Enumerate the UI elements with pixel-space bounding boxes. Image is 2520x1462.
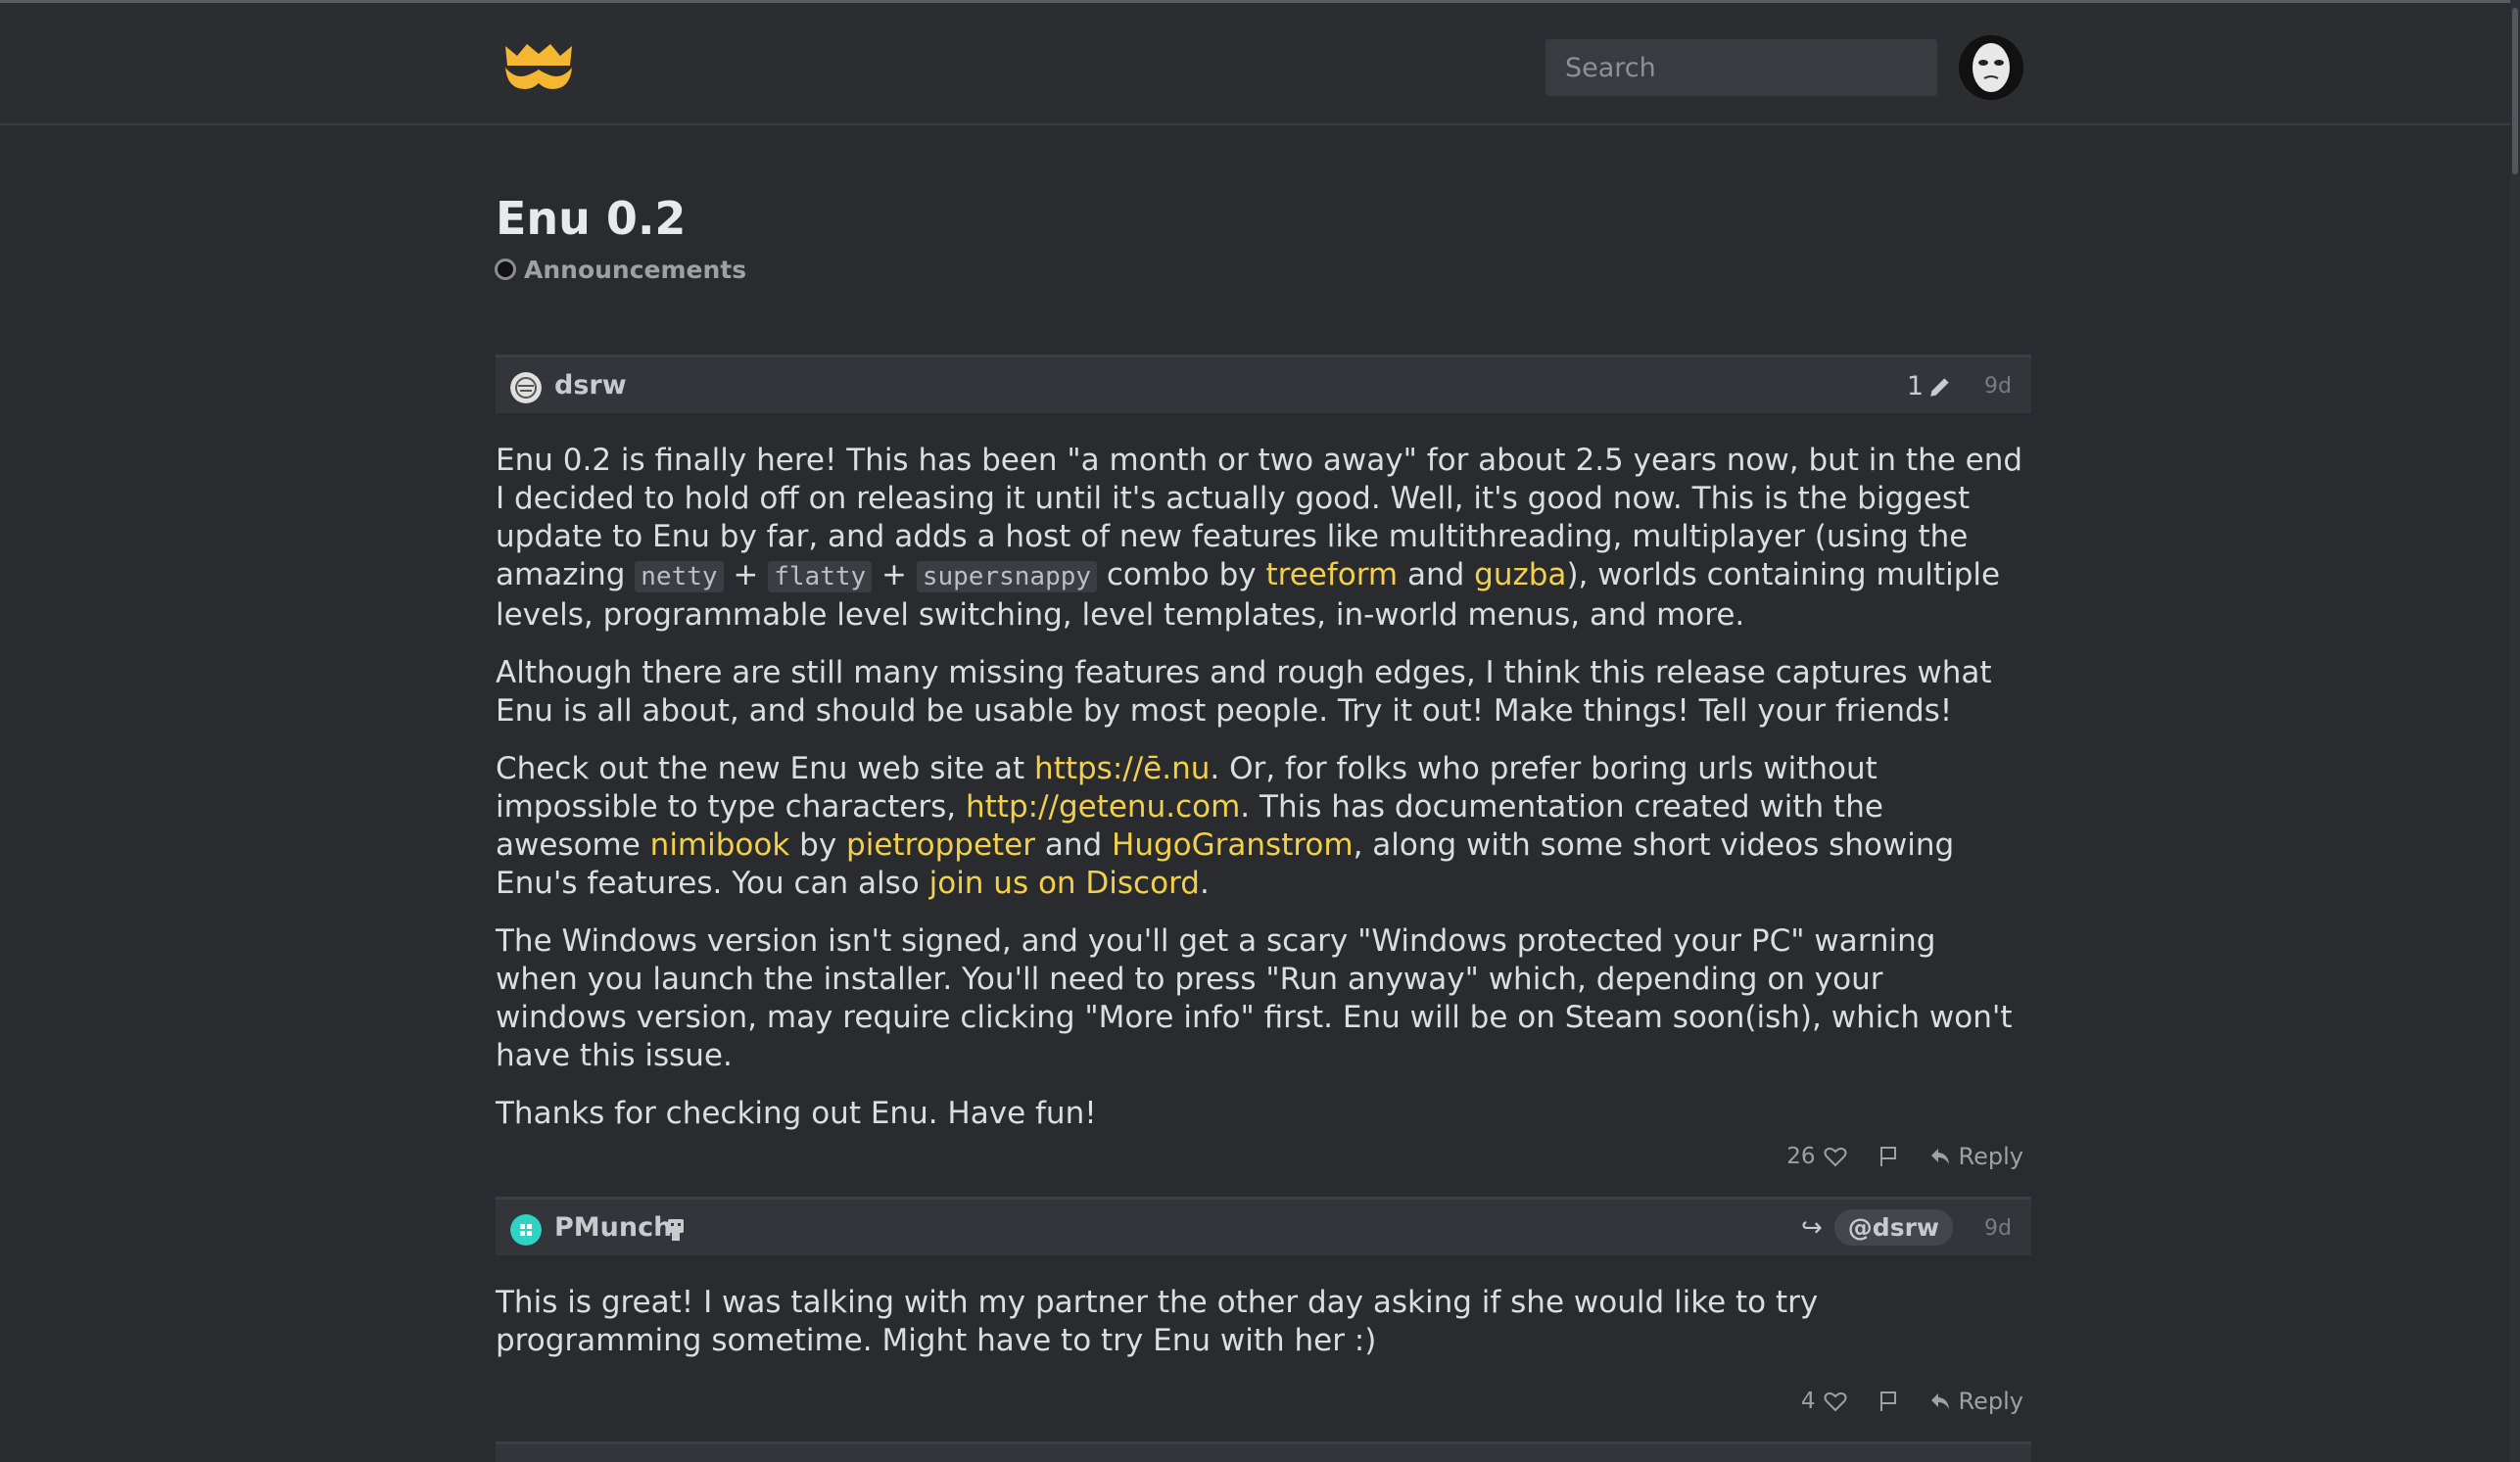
- post-header: PMunch ↪ @dsrw 9d: [496, 1197, 2031, 1255]
- post-header: [496, 1441, 2031, 1462]
- text-run: by: [789, 827, 847, 863]
- inline-code: supersnappy: [916, 561, 1098, 592]
- post-age[interactable]: 9d: [1984, 374, 2012, 399]
- search-input[interactable]: [1545, 39, 1937, 96]
- flag-icon[interactable]: [1877, 1145, 1900, 1168]
- inline-code: flatty: [768, 561, 873, 592]
- inline-code: netty: [635, 561, 724, 592]
- text-run: +: [872, 557, 917, 592]
- link-getenu[interactable]: http://getenu.com: [966, 789, 1240, 825]
- category-label[interactable]: Announcements: [524, 256, 746, 284]
- category-dot-icon: [495, 259, 516, 280]
- post-content: This is great! I was talking with my par…: [496, 1284, 2023, 1380]
- post-actions: 26 Reply: [1730, 1137, 2023, 1176]
- like-button[interactable]: 4: [1801, 1389, 1847, 1414]
- scrollbar-thumb[interactable]: [2512, 8, 2518, 174]
- edit-count: 1: [1906, 371, 1924, 401]
- link-hugogranstrom[interactable]: HugoGranstrom: [1112, 827, 1354, 863]
- link-nimibook[interactable]: nimibook: [650, 827, 790, 863]
- reply-label: Reply: [1958, 1143, 2023, 1170]
- mention-link-guzba[interactable]: guzba: [1474, 557, 1566, 592]
- post-paragraph: Although there are still many missing fe…: [496, 655, 1992, 729]
- text-run: and: [1398, 557, 1475, 592]
- reply-icon: [1930, 1149, 1949, 1164]
- flag-icon[interactable]: [1877, 1390, 1900, 1413]
- reply-button[interactable]: Reply: [1929, 1388, 2023, 1415]
- page-scrollbar[interactable]: [2510, 0, 2520, 1462]
- pencil-icon: [1930, 377, 1949, 397]
- text-run: Check out the new Enu web site at: [496, 751, 1035, 786]
- post-paragraph: Enu 0.2 is finally here! This has been "…: [496, 442, 2023, 635]
- post-paragraph: Check out the new Enu web site at https:…: [496, 750, 2023, 903]
- like-count: 26: [1786, 1144, 1816, 1169]
- post-actions: 4 Reply: [1730, 1382, 2023, 1421]
- reply-to-indicator[interactable]: ↪ @dsrw: [1801, 1209, 1953, 1246]
- like-count: 4: [1800, 1389, 1816, 1414]
- link-discord[interactable]: join us on Discord: [929, 866, 1200, 901]
- user-avatar[interactable]: [510, 1214, 542, 1246]
- post-paragraph: This is great! I was talking with my par…: [496, 1285, 1819, 1358]
- site-logo[interactable]: [501, 40, 576, 95]
- link-pietroppeter[interactable]: pietroppeter: [846, 827, 1035, 863]
- text-run: +: [723, 557, 769, 592]
- reply-label: Reply: [1958, 1388, 2023, 1415]
- text-run: combo by: [1097, 557, 1266, 592]
- site-header: [0, 3, 2520, 125]
- text-run: and: [1035, 827, 1113, 863]
- reply-to-badge[interactable]: @dsrw: [1833, 1209, 1953, 1246]
- text-run: .: [1199, 866, 1210, 901]
- link-enu-site[interactable]: https://ē.nu: [1034, 751, 1210, 786]
- current-user-avatar[interactable]: [1959, 35, 2023, 100]
- reply-arrow-icon: ↪: [1801, 1212, 1823, 1243]
- edit-history-button[interactable]: 1: [1907, 371, 1953, 401]
- heart-icon: [1824, 1391, 1847, 1412]
- post-header: dsrw 1 9d: [496, 354, 2031, 413]
- post-content: Enu 0.2 is finally here! This has been "…: [496, 442, 2023, 1153]
- heart-icon: [1824, 1147, 1847, 1167]
- post-paragraph: The Windows version isn't signed, and yo…: [496, 923, 2013, 1073]
- post-paragraph: Thanks for checking out Enu. Have fun!: [496, 1096, 1097, 1131]
- post-age[interactable]: 9d: [1984, 1216, 2012, 1241]
- post-username[interactable]: dsrw: [554, 370, 627, 401]
- mention-link-treeform[interactable]: treeform: [1265, 557, 1398, 592]
- like-button[interactable]: 26: [1786, 1144, 1847, 1169]
- topic-title[interactable]: Enu 0.2: [496, 192, 686, 245]
- reply-icon: [1930, 1393, 1949, 1409]
- reply-button[interactable]: Reply: [1929, 1143, 2023, 1170]
- robot-flair-icon: [668, 1219, 684, 1241]
- category-badge[interactable]: Announcements: [495, 255, 746, 284]
- post-username[interactable]: PMunch: [554, 1212, 672, 1243]
- user-avatar[interactable]: [510, 372, 542, 403]
